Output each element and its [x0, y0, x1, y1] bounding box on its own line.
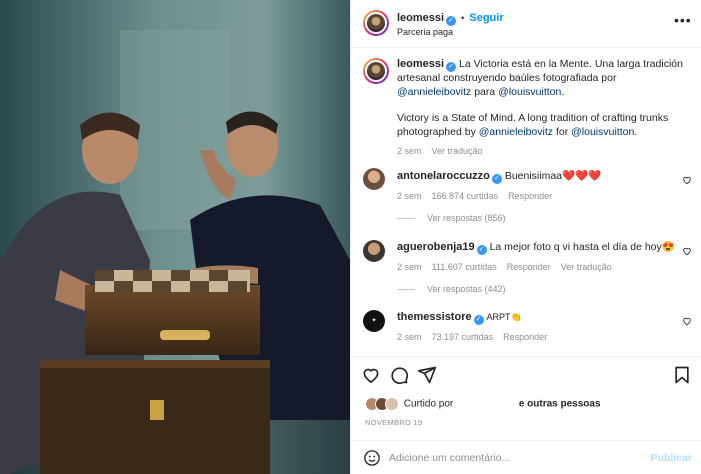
mention-louisvuitton[interactable]: @louisvuitton	[498, 86, 561, 98]
like-heart-icon[interactable]	[361, 365, 381, 385]
comment-like-heart-icon[interactable]	[682, 316, 692, 326]
mention-annieleibovitz-en[interactable]: @annieleibovitz	[479, 126, 553, 138]
comment-username[interactable]: themessistore	[397, 311, 472, 323]
share-icon[interactable]	[417, 365, 437, 385]
post-date[interactable]: NOVEMBRO 19	[365, 418, 422, 427]
comment-item: themessistore ✓ ARPT👏 2 sem 73.197 curtida…	[397, 311, 687, 344]
comment-time[interactable]: 2 sem	[397, 332, 422, 342]
comment-username[interactable]: antonelaroccuzzo	[397, 170, 490, 182]
verified-icon: ✓	[446, 16, 457, 26]
comment-text: ARPT👏	[486, 312, 522, 322]
comment-like-heart-icon[interactable]	[682, 175, 692, 185]
verified-icon: ✓	[446, 62, 457, 72]
commenter-avatar[interactable]: ✦	[363, 310, 385, 332]
caption-meta: 2 sem Ver tradução	[397, 145, 687, 159]
comment-item: antonelaroccuzzo ✓ Buenisiimaa❤️❤️❤️ 2 se…	[397, 170, 687, 203]
caption-period-en: .	[634, 125, 638, 138]
comment-likes[interactable]: 73.197 curtidas	[432, 332, 494, 342]
replies-line	[397, 289, 415, 291]
mention-louisvuitton-en[interactable]: @louisvuitton	[571, 126, 634, 138]
mention-annieleibovitz[interactable]: @annieleibovitz	[397, 86, 471, 98]
comments-list[interactable]: leomessi ✓ La Victoria está en la Mente. …	[351, 48, 701, 356]
comment-input[interactable]	[389, 449, 639, 467]
others-link[interactable]: e outras pessoas	[519, 399, 601, 410]
separator-dot: •	[461, 13, 465, 23]
commenter-avatar[interactable]	[363, 168, 385, 190]
caption-avatar[interactable]	[363, 58, 389, 84]
comment-composer: Publicar	[351, 440, 701, 474]
reply-button[interactable]: Responder	[508, 191, 552, 201]
post-header: leomessi ✓ • Seguir Parceria paga •••	[351, 0, 701, 48]
post-panel: leomessi ✓ • Seguir Parceria paga ••• leo…	[350, 0, 701, 474]
comment-meta: 2 sem 166.874 curtidas Responder	[397, 190, 687, 203]
emoji-icon[interactable]	[363, 449, 381, 467]
post-media[interactable]	[0, 0, 350, 474]
view-replies-label: Ver respostas (442)	[427, 284, 506, 294]
liker-avatars[interactable]	[365, 397, 401, 411]
paid-partnership-label[interactable]: Parceria paga	[397, 27, 453, 37]
view-replies-button[interactable]: Ver respostas (856)	[397, 213, 506, 223]
comment-username[interactable]: aguerobenja19	[397, 241, 475, 253]
reply-button[interactable]: Responder	[503, 332, 547, 342]
comment-time[interactable]: 2 sem	[397, 262, 422, 272]
post-photo	[0, 0, 350, 474]
see-translation-link[interactable]: Ver tradução	[432, 146, 483, 156]
caption-text-en-2: for	[553, 125, 572, 138]
verified-icon: ✓	[476, 245, 487, 255]
comment-meta: 2 sem 73.197 curtidas Responder	[397, 331, 687, 344]
comment-icon[interactable]	[389, 365, 409, 385]
author-avatar[interactable]	[363, 10, 389, 36]
follow-button[interactable]: Seguir	[469, 12, 503, 24]
view-replies-button[interactable]: Ver respostas (442)	[397, 284, 506, 294]
comment-time[interactable]: 2 sem	[397, 191, 422, 201]
author-username[interactable]: leomessi	[397, 12, 444, 24]
comment-text: Buenisiimaa❤️❤️❤️	[504, 170, 602, 182]
view-replies-label: Ver respostas (856)	[427, 213, 506, 223]
publish-button[interactable]: Publicar	[651, 452, 692, 464]
liked-by-label: Curtido por	[403, 398, 454, 410]
more-options-icon[interactable]: •••	[674, 13, 691, 27]
replies-line	[397, 218, 415, 220]
post-actions: Curtido por e outras pessoas NOVEMBRO 19	[351, 356, 701, 440]
caption-time[interactable]: 2 sem	[397, 146, 422, 156]
likes-summary: Curtido por e outras pessoas	[365, 397, 601, 411]
save-bookmark-icon[interactable]	[672, 365, 692, 385]
verified-icon: ✓	[473, 315, 484, 325]
caption-username[interactable]: leomessi	[397, 58, 444, 70]
reply-button[interactable]: Responder	[507, 262, 551, 272]
caption-text-es-2: para	[471, 85, 499, 98]
comment-likes[interactable]: 111.607 curtidas	[432, 262, 497, 272]
comment-likes[interactable]: 166.874 curtidas	[432, 191, 499, 201]
see-translation-link[interactable]: Ver tradução	[561, 262, 612, 272]
comment-meta: 2 sem 111.607 curtidas Responder Ver traduç…	[397, 261, 687, 274]
caption-period: .	[561, 85, 565, 98]
comment-text: La mejor foto q vi hasta el día de hoy😍	[489, 241, 675, 253]
post-caption: leomessi ✓ La Victoria está en la Mente. …	[397, 58, 687, 159]
verified-icon: ✓	[491, 174, 502, 184]
commenter-avatar[interactable]	[363, 240, 385, 262]
comment-item: aguerobenja19 ✓ La mejor foto q vi hasta …	[397, 241, 687, 274]
comment-like-heart-icon[interactable]	[682, 246, 692, 256]
